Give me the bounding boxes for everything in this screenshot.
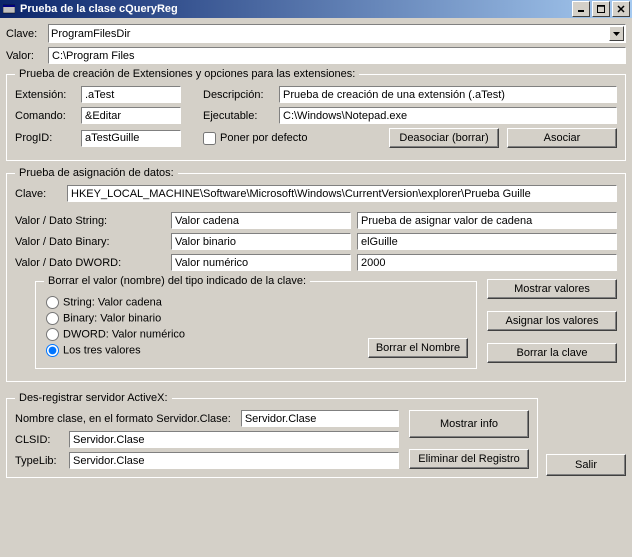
deasociar-button[interactable]: Deasociar (borrar)	[389, 128, 499, 148]
poner-defecto-label: Poner por defecto	[220, 132, 307, 144]
dword-label: Valor / Dato DWORD:	[15, 257, 171, 269]
mostrar-info-button[interactable]: Mostrar info	[409, 410, 529, 438]
string-label: Valor / Dato String:	[15, 215, 171, 227]
comando-label: Comando:	[15, 110, 81, 122]
string-name-input[interactable]	[171, 212, 351, 229]
clsid-input[interactable]	[69, 431, 399, 448]
radio-string-label: String: Valor cadena	[63, 296, 162, 308]
typelib-label: TypeLib:	[15, 455, 69, 467]
radio-binary-label: Binary: Valor binario	[63, 312, 161, 324]
asig-clave-label: Clave:	[15, 188, 67, 200]
clave-select-value: ProgramFilesDir	[51, 28, 130, 40]
extensiones-group: Prueba de creación de Extensiones y opci…	[6, 68, 626, 161]
eliminar-registro-button[interactable]: Eliminar del Registro	[409, 449, 529, 469]
desregistrar-legend: Des-registrar servidor ActiveX:	[15, 392, 172, 404]
extensiones-legend: Prueba de creación de Extensiones y opci…	[15, 68, 359, 80]
radio-string[interactable]	[46, 296, 59, 309]
descripcion-label: Descripción:	[203, 89, 279, 101]
chevron-down-icon	[609, 26, 624, 41]
radio-dword[interactable]	[46, 328, 59, 341]
binary-name-input[interactable]	[171, 233, 351, 250]
asignacion-group: Prueba de asignación de datos: Clave: Va…	[6, 167, 626, 382]
radio-dword-label: DWORD: Valor numérico	[63, 328, 185, 340]
mostrar-valores-button[interactable]: Mostrar valores	[487, 279, 617, 299]
progid-input[interactable]	[81, 130, 181, 147]
clave-select[interactable]: ProgramFilesDir	[48, 24, 626, 43]
asignar-valores-button[interactable]: Asignar los valores	[487, 311, 617, 331]
poner-defecto-checkbox[interactable]	[203, 132, 216, 145]
asociar-button[interactable]: Asociar	[507, 128, 617, 148]
minimize-button[interactable]	[572, 1, 590, 17]
valor-input[interactable]	[48, 47, 626, 64]
binary-label: Valor / Dato Binary:	[15, 236, 171, 248]
extension-input[interactable]	[81, 86, 181, 103]
typelib-input[interactable]	[69, 452, 399, 469]
radio-all[interactable]	[46, 344, 59, 357]
salir-button[interactable]: Salir	[546, 454, 626, 476]
poner-defecto-wrap: Poner por defecto	[203, 132, 307, 145]
descripcion-input[interactable]	[279, 86, 617, 103]
comando-input[interactable]	[81, 107, 181, 124]
dword-value-input[interactable]	[357, 254, 617, 271]
clave-label: Clave:	[6, 28, 48, 40]
borrar-nombre-button[interactable]: Borrar el Nombre	[368, 338, 468, 358]
window-title: Prueba de la clase cQueryReg	[20, 3, 570, 15]
extension-label: Extensión:	[15, 89, 81, 101]
ejecutable-label: Ejecutable:	[203, 110, 279, 122]
valor-label: Valor:	[6, 50, 48, 62]
string-value-input[interactable]	[357, 212, 617, 229]
maximize-button[interactable]	[592, 1, 610, 17]
titlebar: Prueba de la clase cQueryReg	[0, 0, 632, 18]
ejecutable-input[interactable]	[279, 107, 617, 124]
dword-name-input[interactable]	[171, 254, 351, 271]
nombre-clase-label: Nombre clase, en el formato Servidor.Cla…	[15, 413, 237, 425]
borrar-clave-button[interactable]: Borrar la clave	[487, 343, 617, 363]
borrar-valor-legend: Borrar el valor (nombre) del tipo indica…	[44, 275, 310, 287]
radio-all-label: Los tres valores	[63, 344, 141, 356]
asig-clave-input[interactable]	[67, 185, 617, 202]
app-icon	[2, 2, 16, 16]
borrar-valor-group: Borrar el valor (nombre) del tipo indica…	[35, 275, 477, 369]
progid-label: ProgID:	[15, 132, 81, 144]
clsid-label: CLSID:	[15, 434, 69, 446]
close-button[interactable]	[612, 1, 630, 17]
desregistrar-group: Des-registrar servidor ActiveX: Nombre c…	[6, 392, 538, 478]
asignacion-legend: Prueba de asignación de datos:	[15, 167, 178, 179]
radio-binary[interactable]	[46, 312, 59, 325]
binary-value-input[interactable]	[357, 233, 617, 250]
nombre-clase-input[interactable]	[241, 410, 399, 427]
